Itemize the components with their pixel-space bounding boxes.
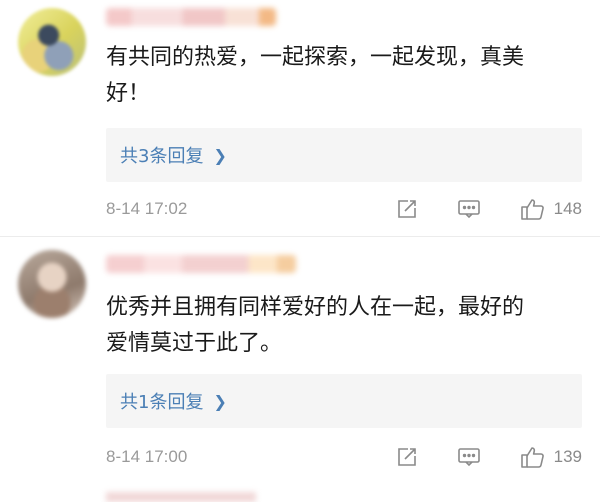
username-blurred[interactable] (106, 255, 296, 273)
comment-body: 优秀并且拥有同样爱好的人在一起，最好的 爱情莫过于此了。 (106, 290, 576, 362)
chevron-right-icon: ❯ (213, 145, 227, 165)
username-blurred[interactable] (106, 8, 276, 26)
avatar[interactable] (18, 250, 86, 318)
comment-body: 有共同的热爱，一起探索，一起发现，真美 好！ (106, 40, 576, 112)
share-icon[interactable] (394, 196, 420, 222)
like-button[interactable]: 139 (520, 444, 582, 470)
divider (0, 236, 600, 237)
comment-actions: 139 (394, 444, 582, 470)
comment-body-line: 爱情莫过于此了。 (106, 331, 283, 356)
comment-body-line: 好！ (106, 81, 151, 106)
thumbs-up-icon (520, 444, 546, 470)
comment-body-line: 有共同的热爱，一起探索，一起发现，真美 (106, 45, 525, 70)
timestamp: 8-14 17:02 (106, 199, 188, 218)
like-button[interactable]: 148 (520, 196, 582, 222)
comment-meta: 8-14 17:00 139 (106, 441, 582, 473)
replies-label: 共1条回复 (120, 392, 204, 413)
thumbs-up-icon (520, 196, 546, 222)
chevron-right-icon: ❯ (213, 391, 227, 411)
comment-icon[interactable] (456, 196, 482, 222)
timestamp: 8-14 17:00 (106, 447, 188, 466)
replies-box: 共3条回复 ❯ (106, 128, 582, 182)
comment-body-line: 优秀并且拥有同样爱好的人在一起，最好的 (106, 295, 525, 320)
like-count: 148 (553, 199, 582, 218)
view-replies-link[interactable]: 共1条回复 ❯ (120, 388, 227, 414)
replies-label: 共3条回复 (120, 146, 204, 167)
comment-meta: 8-14 17:02 148 (106, 193, 582, 225)
replies-box: 共1条回复 ❯ (106, 374, 582, 428)
avatar[interactable] (18, 8, 86, 76)
like-count: 139 (553, 447, 582, 466)
comment-icon[interactable] (456, 444, 482, 470)
comment-actions: 148 (394, 196, 582, 222)
view-replies-link[interactable]: 共3条回复 ❯ (120, 142, 227, 168)
share-icon[interactable] (394, 444, 420, 470)
next-comment-username-blurred (106, 492, 256, 502)
